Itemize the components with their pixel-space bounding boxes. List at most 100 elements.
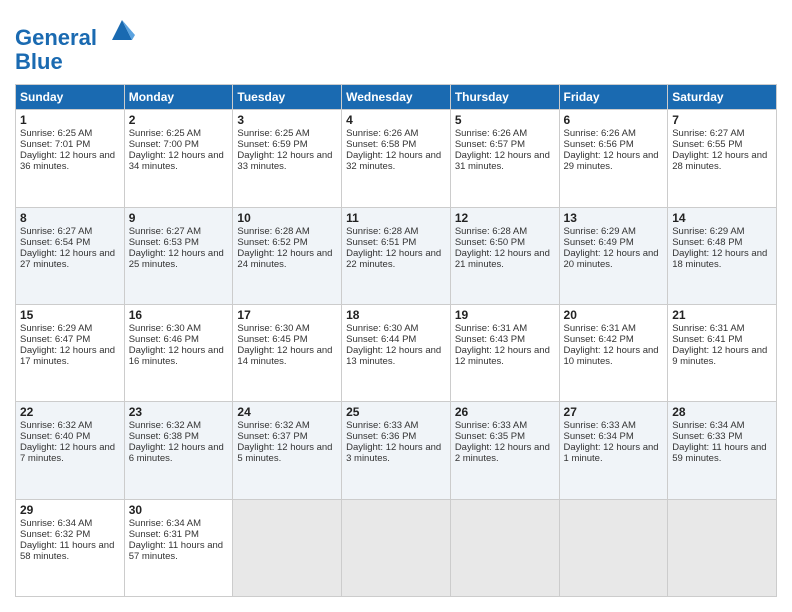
logo-text: General [15,15,137,50]
day-number: 17 [237,308,337,322]
sunset: Sunset: 6:59 PM [237,139,307,150]
sunset: Sunset: 6:33 PM [672,431,742,442]
calendar-cell [233,499,342,596]
col-header-sunday: Sunday [16,85,125,110]
logo-icon [107,15,137,45]
calendar-cell: 23Sunrise: 6:32 AMSunset: 6:38 PMDayligh… [124,402,233,499]
sunrise: Sunrise: 6:32 AM [20,420,92,431]
daylight: Daylight: 12 hours and 14 minutes. [237,345,332,367]
col-header-wednesday: Wednesday [342,85,451,110]
calendar-cell: 11Sunrise: 6:28 AMSunset: 6:51 PMDayligh… [342,207,451,304]
header: General Blue [15,15,777,74]
sunset: Sunset: 6:41 PM [672,334,742,345]
day-number: 19 [455,308,555,322]
calendar-cell: 27Sunrise: 6:33 AMSunset: 6:34 PMDayligh… [559,402,668,499]
calendar-cell: 1Sunrise: 6:25 AMSunset: 7:01 PMDaylight… [16,110,125,207]
sunrise: Sunrise: 6:27 AM [672,128,744,139]
sunset: Sunset: 6:50 PM [455,237,525,248]
daylight: Daylight: 12 hours and 20 minutes. [564,248,659,270]
day-number: 20 [564,308,664,322]
calendar-cell: 13Sunrise: 6:29 AMSunset: 6:49 PMDayligh… [559,207,668,304]
calendar-cell: 16Sunrise: 6:30 AMSunset: 6:46 PMDayligh… [124,305,233,402]
sunrise: Sunrise: 6:31 AM [564,323,636,334]
sunset: Sunset: 6:45 PM [237,334,307,345]
sunrise: Sunrise: 6:29 AM [672,226,744,237]
logo-blue: Blue [15,50,137,74]
sunrise: Sunrise: 6:28 AM [455,226,527,237]
sunset: Sunset: 6:52 PM [237,237,307,248]
col-header-thursday: Thursday [450,85,559,110]
sunset: Sunset: 6:48 PM [672,237,742,248]
daylight: Daylight: 11 hours and 58 minutes. [20,540,114,562]
sunrise: Sunrise: 6:31 AM [672,323,744,334]
sunrise: Sunrise: 6:26 AM [346,128,418,139]
sunrise: Sunrise: 6:27 AM [129,226,201,237]
sunrise: Sunrise: 6:30 AM [346,323,418,334]
day-number: 30 [129,503,229,517]
sunset: Sunset: 6:57 PM [455,139,525,150]
day-number: 14 [672,211,772,225]
calendar-cell: 15Sunrise: 6:29 AMSunset: 6:47 PMDayligh… [16,305,125,402]
day-number: 28 [672,405,772,419]
daylight: Daylight: 12 hours and 28 minutes. [672,150,767,172]
calendar-cell: 12Sunrise: 6:28 AMSunset: 6:50 PMDayligh… [450,207,559,304]
calendar-cell: 7Sunrise: 6:27 AMSunset: 6:55 PMDaylight… [668,110,777,207]
calendar-cell: 26Sunrise: 6:33 AMSunset: 6:35 PMDayligh… [450,402,559,499]
day-number: 26 [455,405,555,419]
calendar-cell: 17Sunrise: 6:30 AMSunset: 6:45 PMDayligh… [233,305,342,402]
calendar-cell: 14Sunrise: 6:29 AMSunset: 6:48 PMDayligh… [668,207,777,304]
daylight: Daylight: 12 hours and 36 minutes. [20,150,115,172]
sunset: Sunset: 6:38 PM [129,431,199,442]
sunrise: Sunrise: 6:26 AM [564,128,636,139]
calendar-table: SundayMondayTuesdayWednesdayThursdayFrid… [15,84,777,597]
daylight: Daylight: 12 hours and 10 minutes. [564,345,659,367]
daylight: Daylight: 11 hours and 57 minutes. [129,540,223,562]
day-number: 8 [20,211,120,225]
daylight: Daylight: 12 hours and 13 minutes. [346,345,441,367]
sunrise: Sunrise: 6:25 AM [20,128,92,139]
logo-general: General [15,25,97,50]
daylight: Daylight: 12 hours and 9 minutes. [672,345,767,367]
sunrise: Sunrise: 6:34 AM [672,420,744,431]
col-header-friday: Friday [559,85,668,110]
day-number: 4 [346,113,446,127]
day-number: 24 [237,405,337,419]
daylight: Daylight: 12 hours and 32 minutes. [346,150,441,172]
day-number: 21 [672,308,772,322]
calendar-cell: 19Sunrise: 6:31 AMSunset: 6:43 PMDayligh… [450,305,559,402]
sunset: Sunset: 6:40 PM [20,431,90,442]
sunset: Sunset: 6:44 PM [346,334,416,345]
calendar-cell: 9Sunrise: 6:27 AMSunset: 6:53 PMDaylight… [124,207,233,304]
sunset: Sunset: 6:32 PM [20,529,90,540]
calendar-cell [342,499,451,596]
sunset: Sunset: 6:47 PM [20,334,90,345]
day-number: 29 [20,503,120,517]
sunrise: Sunrise: 6:31 AM [455,323,527,334]
day-number: 7 [672,113,772,127]
day-number: 13 [564,211,664,225]
logo: General Blue [15,15,137,74]
daylight: Daylight: 12 hours and 29 minutes. [564,150,659,172]
daylight: Daylight: 11 hours and 59 minutes. [672,442,766,464]
daylight: Daylight: 12 hours and 34 minutes. [129,150,224,172]
calendar-cell: 25Sunrise: 6:33 AMSunset: 6:36 PMDayligh… [342,402,451,499]
sunset: Sunset: 6:36 PM [346,431,416,442]
day-number: 9 [129,211,229,225]
sunrise: Sunrise: 6:32 AM [129,420,201,431]
sunrise: Sunrise: 6:29 AM [564,226,636,237]
sunset: Sunset: 6:53 PM [129,237,199,248]
day-number: 22 [20,405,120,419]
col-header-tuesday: Tuesday [233,85,342,110]
daylight: Daylight: 12 hours and 27 minutes. [20,248,115,270]
daylight: Daylight: 12 hours and 6 minutes. [129,442,224,464]
day-number: 12 [455,211,555,225]
calendar-cell: 29Sunrise: 6:34 AMSunset: 6:32 PMDayligh… [16,499,125,596]
calendar-cell: 24Sunrise: 6:32 AMSunset: 6:37 PMDayligh… [233,402,342,499]
day-number: 10 [237,211,337,225]
calendar-cell: 30Sunrise: 6:34 AMSunset: 6:31 PMDayligh… [124,499,233,596]
sunset: Sunset: 6:56 PM [564,139,634,150]
day-number: 18 [346,308,446,322]
calendar-cell: 18Sunrise: 6:30 AMSunset: 6:44 PMDayligh… [342,305,451,402]
daylight: Daylight: 12 hours and 25 minutes. [129,248,224,270]
calendar-cell: 22Sunrise: 6:32 AMSunset: 6:40 PMDayligh… [16,402,125,499]
